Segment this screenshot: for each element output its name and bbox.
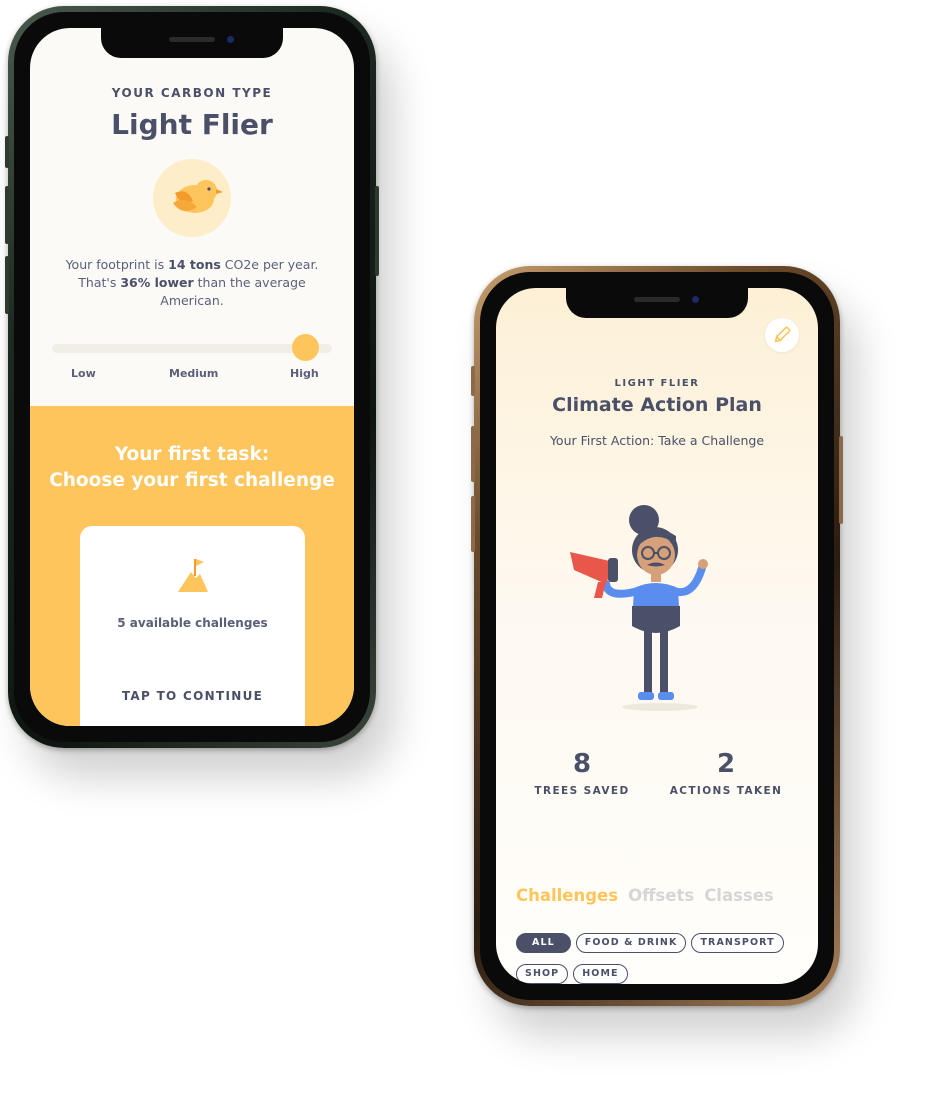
desc-text-1: Your footprint is xyxy=(65,257,169,272)
category-filter-chips: ALL FOOD & DRINK TRANSPORT SHOP HOME xyxy=(516,930,816,984)
right-phone-frame: LIGHT FLIER Climate Action Plan Your Fir… xyxy=(471,266,843,1006)
phone-mute-switch xyxy=(5,136,9,168)
chip-transport[interactable]: TRANSPORT xyxy=(691,933,784,953)
phone-volume-up-button xyxy=(471,426,475,482)
tap-to-continue-button[interactable]: TAP TO CONTINUE xyxy=(80,689,305,703)
chip-food-and-drink[interactable]: FOOD & DRINK xyxy=(575,933,687,953)
phone-bezel: YOUR CARBON TYPE Light Flier Your footpr… xyxy=(14,12,370,742)
carbon-type-kicker: YOUR CARBON TYPE xyxy=(111,86,273,100)
chip-all[interactable]: ALL xyxy=(516,933,571,953)
first-task-panel: Your first task: Choose your first chall… xyxy=(30,406,354,726)
phone-volume-up-button xyxy=(5,186,9,244)
phone-mute-switch xyxy=(471,366,475,396)
first-task-title-line2: Choose your first challenge xyxy=(49,470,335,491)
notch-speaker xyxy=(634,297,680,302)
tab-challenges[interactable]: Challenges xyxy=(516,886,618,905)
climate-action-plan-screen: LIGHT FLIER Climate Action Plan Your Fir… xyxy=(496,288,818,984)
left-phone-frame: YOUR CARBON TYPE Light Flier Your footpr… xyxy=(5,6,379,748)
tab-offsets[interactable]: Offsets xyxy=(628,886,694,905)
person-with-megaphone-icon xyxy=(556,502,756,722)
phone-power-button xyxy=(375,186,379,276)
actions-taken-label: ACTIONS TAKEN xyxy=(669,785,783,797)
footprint-description: Your footprint is 14 tons CO2e per year.… xyxy=(56,256,328,310)
bird-icon xyxy=(153,159,231,237)
slider-label-medium: Medium xyxy=(169,367,219,380)
footprint-slider-track[interactable] xyxy=(52,344,332,353)
actions-taken-stat: 2 ACTIONS TAKEN xyxy=(656,749,796,797)
tab-classes[interactable]: Classes xyxy=(704,886,774,905)
plan-subtitle: Your First Action: Take a Challenge xyxy=(549,433,765,448)
trees-saved-label: TREES SAVED xyxy=(534,785,630,797)
notch-speaker xyxy=(169,37,215,42)
desc-footprint-value: 14 tons xyxy=(168,257,221,272)
flag-mountain-icon xyxy=(176,556,210,598)
phone-power-button xyxy=(839,436,843,524)
desc-comparison-value: 36% lower xyxy=(120,275,194,290)
slider-label-high: High xyxy=(290,367,319,380)
edit-button[interactable] xyxy=(765,318,799,352)
carbon-type-screen: YOUR CARBON TYPE Light Flier Your footpr… xyxy=(30,28,354,726)
content-tabs: Challenges Offsets Classes xyxy=(516,886,784,905)
slider-label-low: Low xyxy=(71,367,96,380)
carbon-type-title: Light Flier xyxy=(111,108,273,141)
plan-kicker: LIGHT FLIER xyxy=(614,378,700,389)
trees-saved-stat: 8 TREES SAVED xyxy=(512,749,652,797)
chip-shop[interactable]: SHOP xyxy=(516,964,569,984)
first-task-title: Your first task: Choose your first chall… xyxy=(30,442,354,494)
phone-volume-down-button xyxy=(5,256,9,314)
challenge-card[interactable]: 5 available challenges TAP TO CONTINUE xyxy=(80,526,305,726)
trees-saved-value: 8 xyxy=(572,749,592,779)
pencil-icon xyxy=(774,326,791,343)
first-task-title-line1: Your first task: xyxy=(114,444,270,465)
notch-camera xyxy=(692,296,699,303)
phone-notch xyxy=(566,288,748,318)
phone-notch xyxy=(101,28,283,58)
chip-home[interactable]: HOME xyxy=(573,964,628,984)
actions-taken-value: 2 xyxy=(716,749,736,779)
phone-bezel: LIGHT FLIER Climate Action Plan Your Fir… xyxy=(480,272,834,1000)
plan-title: Climate Action Plan xyxy=(552,394,762,416)
notch-camera xyxy=(227,36,234,43)
phone-volume-down-button xyxy=(471,496,475,552)
available-challenges-count: 5 available challenges xyxy=(117,616,268,630)
footprint-slider-knob[interactable] xyxy=(292,334,319,361)
